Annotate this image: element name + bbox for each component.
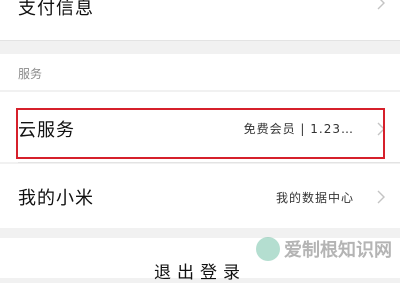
divider [0, 40, 400, 41]
payment-info-row[interactable]: 支付信息 [0, 0, 400, 40]
chevron-right-icon [374, 122, 388, 136]
my-xiaomi-label: 我的小米 [18, 188, 94, 209]
services-section-label: 服务 [18, 67, 43, 81]
watermark: 爱制根知识网 [256, 236, 392, 262]
my-xiaomi-row[interactable]: 我的小米 我的数据中心 [0, 164, 400, 228]
cloud-service-label: 云服务 [18, 120, 75, 141]
cloud-service-status: 免费会员 | 1.23… [243, 122, 354, 136]
chevron-right-icon [374, 190, 388, 204]
payment-info-label: 支付信息 [18, 0, 94, 19]
cloud-service-row[interactable]: 云服务 免费会员 | 1.23… [0, 92, 400, 162]
divider [18, 162, 400, 163]
services-section-header: 服务 [0, 54, 400, 90]
watermark-logo-icon [256, 237, 280, 261]
my-xiaomi-data-center: 我的数据中心 [275, 191, 354, 205]
chevron-right-icon [374, 0, 388, 10]
watermark-text: 爱制根知识网 [284, 240, 392, 261]
